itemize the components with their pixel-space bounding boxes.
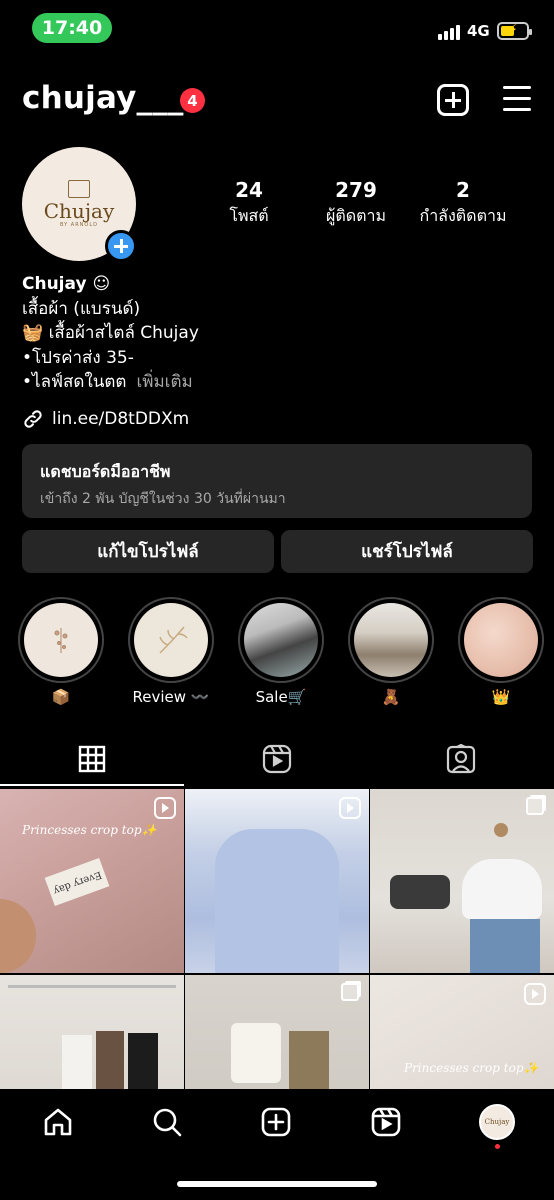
profile-tab-avatar-text: Chujay	[484, 1118, 510, 1126]
stat-label: กำลังติดตาม	[419, 206, 507, 225]
highlight-cover	[464, 603, 538, 677]
link-text[interactable]: lin.ee/D8tDDXm	[52, 409, 189, 429]
grid-tab-icon[interactable]	[78, 745, 106, 777]
garment-shape	[289, 1031, 329, 1089]
activity-dot	[495, 1144, 500, 1149]
menu-button[interactable]	[503, 86, 531, 112]
more-link[interactable]: เพิ่มเติม	[136, 372, 192, 392]
highlight-label: 📦	[51, 688, 71, 706]
bio-line: 🧺 เสื้อผ้าสไตล์ Chujay	[22, 323, 199, 343]
post-thumbnail[interactable]	[185, 789, 369, 973]
dashboard-subtitle: เข้าถึง 2 พัน บัญชีในช่วง 30 วันที่ผ่านม…	[40, 491, 286, 507]
create-post-button[interactable]	[437, 84, 469, 116]
highlight-item[interactable]	[238, 597, 324, 683]
battery-icon: ⚡	[497, 22, 532, 40]
reels-icon[interactable]	[370, 1106, 402, 1142]
tagged-tab-icon[interactable]	[446, 743, 476, 778]
highlight-cover	[24, 603, 98, 677]
highlight-cover	[134, 603, 208, 677]
profile-header: chujay___ 4	[0, 70, 554, 130]
highlight-cover	[244, 603, 318, 677]
jeans-shape	[470, 919, 540, 973]
stat-value: 279	[335, 178, 377, 202]
reel-icon	[154, 797, 176, 819]
highlight-label: 🧸	[381, 688, 401, 706]
create-icon[interactable]	[260, 1106, 292, 1142]
post-caption: Princesses crop top✨	[404, 1061, 539, 1075]
post-thumbnail[interactable]	[370, 789, 554, 973]
category-label: เสื้อผ้า (แบรนด์)	[22, 298, 141, 319]
highlight-item[interactable]	[458, 597, 544, 683]
post-thumbnail[interactable]	[185, 975, 369, 1089]
stat-label: โพสต์	[229, 206, 269, 225]
hanging-clothes	[96, 1031, 124, 1089]
stat-value: 2	[456, 178, 470, 202]
search-icon[interactable]	[151, 1106, 183, 1142]
content-tabs	[0, 735, 554, 787]
highlight-cover	[354, 603, 428, 677]
post-thumbnail[interactable]: Princesses crop top✨ Every day	[0, 789, 184, 973]
reel-icon	[524, 983, 546, 1005]
profile-link[interactable]: lin.ee/D8tDDXm	[22, 408, 189, 430]
bag-logo-icon	[68, 180, 90, 198]
reel-icon	[339, 797, 361, 819]
profile-bio: Chujay ☺︎ เสื้อผ้า (แบรนด์) 🧺 เสื้อผ้าสไ…	[22, 272, 199, 395]
signal-icon	[438, 25, 460, 40]
mannequin-head	[494, 823, 508, 837]
professional-dashboard[interactable]: แดชบอร์ดมืออาชีพ เข้าถึง 2 พัน บัญชีในช่…	[22, 444, 532, 518]
hanging-clothes	[62, 1035, 92, 1089]
carousel-icon	[526, 797, 544, 815]
link-icon	[22, 408, 44, 430]
home-indicator	[177, 1181, 377, 1187]
highlight-item[interactable]	[18, 597, 104, 683]
home-icon[interactable]	[42, 1106, 74, 1142]
stat-followers[interactable]: 279 ผู้ติดตาม	[311, 178, 401, 229]
network-type: 4G	[467, 22, 490, 40]
bio-line: •โปรค่าส่ง 35-	[22, 347, 134, 368]
post-thumbnail[interactable]: Princesses crop top✨	[370, 975, 554, 1089]
highlight-label: 👑	[491, 688, 511, 706]
avatar-logo-subtext: BY ARNOLD	[59, 222, 98, 228]
brand-tag-text: Every day	[51, 868, 103, 896]
status-time: 17:40	[32, 13, 112, 43]
avatar-logo-text: Chujay	[43, 199, 115, 223]
stat-following[interactable]: 2 กำลังติดตาม	[410, 178, 516, 229]
brand-tag: Every day	[44, 857, 110, 907]
username[interactable]: chujay___	[22, 80, 184, 116]
active-tab-indicator	[0, 784, 184, 786]
highlight-label: Review 〰️	[132, 688, 210, 706]
notification-badge[interactable]: 4	[180, 88, 205, 113]
hand-shape	[0, 899, 36, 973]
stat-posts[interactable]: 24 โพสต์	[218, 178, 280, 229]
stat-label: ผู้ติดตาม	[325, 206, 387, 225]
dashboard-title: แดชบอร์ดมืออาชีพ	[40, 462, 171, 481]
hanging-clothes	[128, 1033, 158, 1089]
posts-grid: Princesses crop top✨ Every day Princesse…	[0, 789, 554, 1089]
hanging-clothes	[390, 875, 450, 909]
highlight-label: Sale🛒	[255, 688, 307, 706]
stat-value: 24	[235, 178, 263, 202]
bio-line: •ไลฟ์สดในตต	[22, 372, 127, 392]
profile-tab-avatar[interactable]: Chujay	[479, 1104, 515, 1140]
garment-shape	[231, 1023, 281, 1083]
garment-shape	[215, 829, 339, 973]
garment-shape	[462, 859, 542, 919]
post-caption: Princesses crop top✨	[22, 823, 157, 837]
highlight-item[interactable]	[348, 597, 434, 683]
post-thumbnail[interactable]	[0, 975, 184, 1089]
reels-tab-icon[interactable]	[262, 744, 292, 778]
add-story-icon[interactable]	[105, 230, 137, 262]
carousel-icon	[341, 983, 359, 1001]
highlight-item[interactable]	[128, 597, 214, 683]
display-name: Chujay ☺︎	[22, 274, 111, 294]
share-profile-button[interactable]: แชร์โปรไฟล์	[281, 530, 533, 573]
status-bar: 17:40 4G ⚡	[0, 0, 554, 58]
edit-profile-button[interactable]: แก้ไขโปรไฟล์	[22, 530, 274, 573]
rack-bar	[8, 985, 176, 988]
